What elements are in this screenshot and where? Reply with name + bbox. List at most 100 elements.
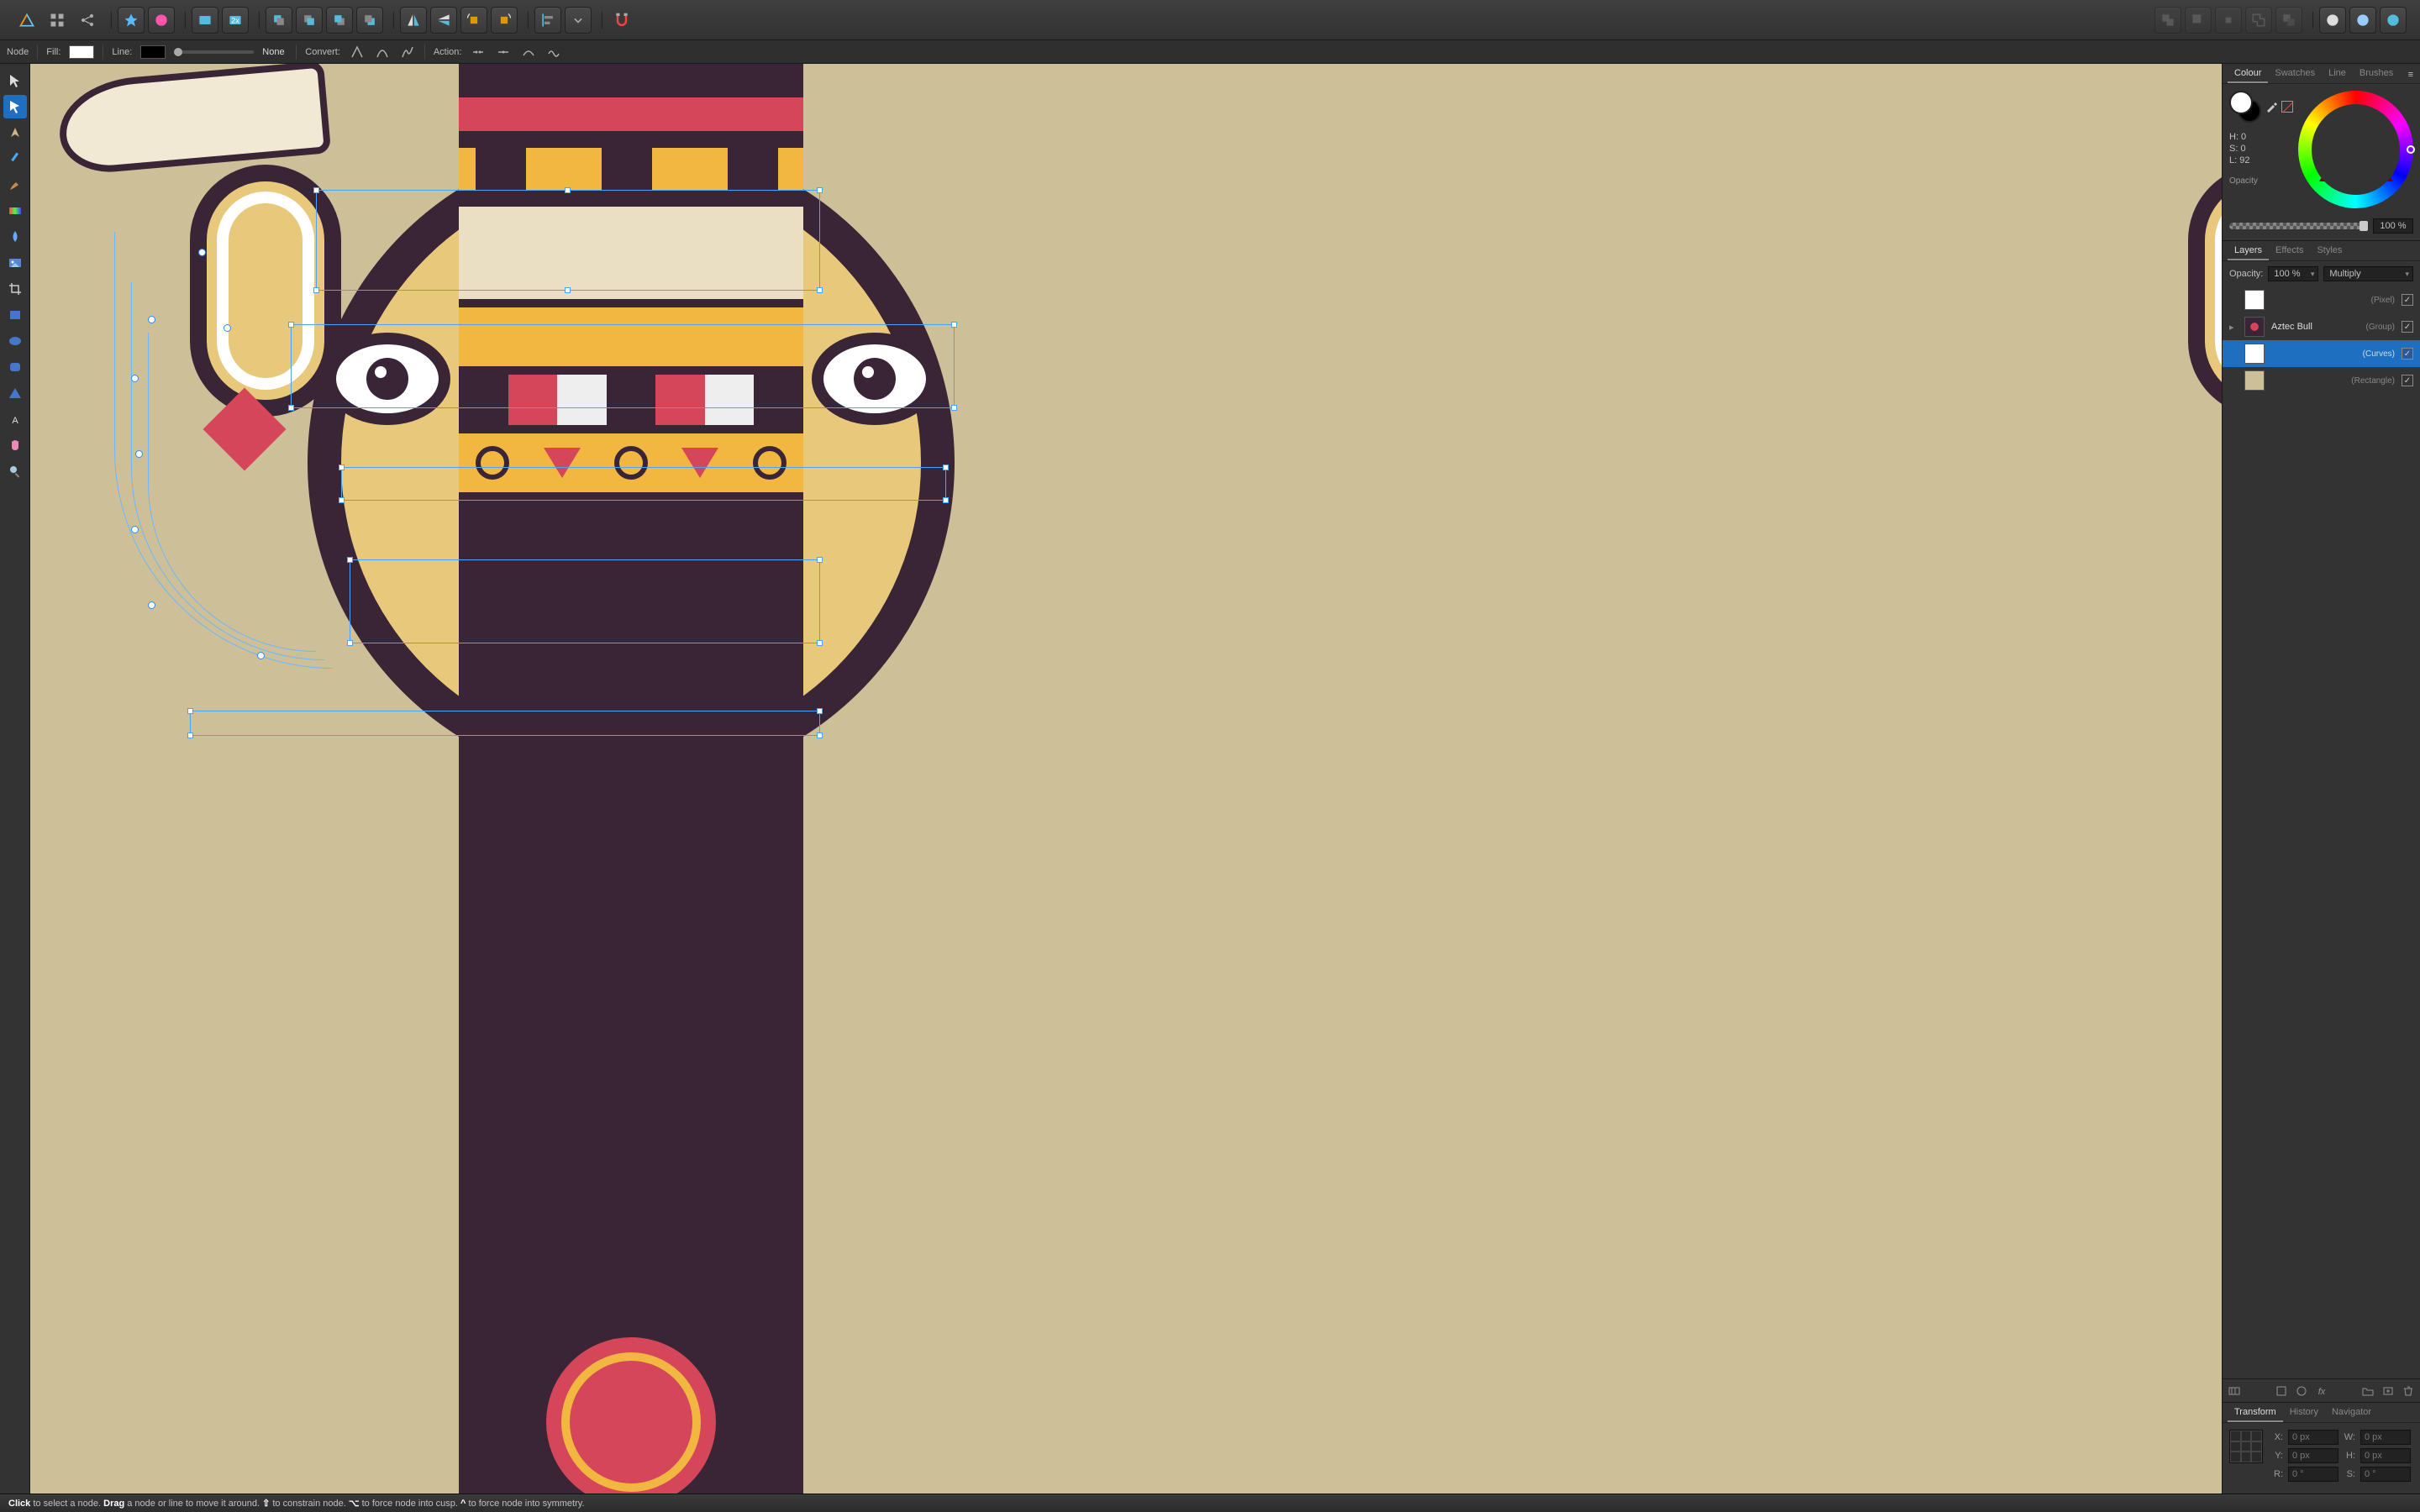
order-backward-icon[interactable] (296, 7, 323, 34)
action-join-icon[interactable] (545, 44, 562, 60)
tab-history[interactable]: History (2283, 1404, 2325, 1422)
fill-swatch[interactable] (69, 45, 94, 59)
boolean-divide-icon[interactable] (2275, 7, 2302, 34)
layers-fx-icon[interactable] (2295, 1384, 2308, 1398)
line-swatch[interactable] (140, 45, 166, 59)
layers-delete-icon[interactable] (2402, 1384, 2415, 1398)
layers-folder-icon[interactable] (2361, 1384, 2375, 1398)
pen-tool[interactable] (3, 121, 27, 144)
eyedropper-icon[interactable] (2265, 100, 2278, 113)
opacity-value[interactable]: 100 % (2373, 218, 2413, 234)
rotate-cw-icon[interactable] (491, 7, 518, 34)
layer-row[interactable]: (Pixel) (2223, 286, 2420, 313)
fill-stroke-swatch[interactable] (2229, 91, 2261, 123)
boolean-subtract-icon[interactable] (2185, 7, 2212, 34)
boolean-add-icon[interactable] (2154, 7, 2181, 34)
arrange-grid-icon[interactable] (44, 7, 71, 34)
transform-y-input[interactable]: 0 px (2288, 1448, 2338, 1463)
share-icon[interactable] (74, 7, 101, 34)
layer-blend-select[interactable]: Multiply (2323, 266, 2413, 281)
action-close-icon[interactable] (495, 44, 512, 60)
rotate-ccw-icon[interactable] (460, 7, 487, 34)
transform-s-input[interactable]: 0 ° (2360, 1467, 2411, 1482)
main-toolbar: 2x (0, 0, 2420, 40)
canvas[interactable] (30, 64, 2222, 1494)
order-forward-icon[interactable] (326, 7, 353, 34)
triangle-tool[interactable] (3, 381, 27, 405)
layers-add-icon[interactable] (2381, 1384, 2395, 1398)
layer-row[interactable]: ▸ Aztec Bull (Group) (2223, 313, 2420, 340)
tab-styles[interactable]: Styles (2310, 242, 2349, 260)
retina-2x-icon[interactable]: 2x (222, 7, 249, 34)
layers-adjust-icon[interactable] (2275, 1384, 2288, 1398)
tab-swatches[interactable]: Swatches (2268, 65, 2322, 83)
action-smooth-icon[interactable] (520, 44, 537, 60)
transform-x-input[interactable]: 0 px (2288, 1430, 2338, 1445)
layers-fx2-icon[interactable]: fx (2315, 1384, 2328, 1398)
brush-tool[interactable] (3, 173, 27, 197)
layer-opacity-select[interactable]: 100 % (2268, 266, 2318, 281)
transform-h-input[interactable]: 0 px (2360, 1448, 2411, 1463)
layers-mask-icon[interactable] (2228, 1384, 2241, 1398)
opacity-label: Opacity (2229, 176, 2293, 186)
order-back-icon[interactable] (266, 7, 292, 34)
tab-transform[interactable]: Transform (2228, 1404, 2283, 1422)
text-tool[interactable]: A (3, 407, 27, 431)
rectangle-tool[interactable] (3, 303, 27, 327)
place-image-tool[interactable] (3, 251, 27, 275)
tab-effects[interactable]: Effects (2269, 242, 2310, 260)
layer-visibility-toggle[interactable] (2402, 294, 2413, 306)
convert-smart-icon[interactable] (399, 44, 416, 60)
align-left-icon[interactable] (534, 7, 561, 34)
tab-layers[interactable]: Layers (2228, 242, 2269, 260)
convert-label: Convert: (305, 47, 340, 57)
rounded-rect-tool[interactable] (3, 355, 27, 379)
colour-wheel[interactable] (2298, 91, 2413, 208)
action-break-icon[interactable] (470, 44, 487, 60)
transform-r-input[interactable]: 0 ° (2288, 1467, 2338, 1482)
corner-concave-icon[interactable] (2380, 7, 2407, 34)
boolean-xor-icon[interactable] (2245, 7, 2272, 34)
corner-round-icon[interactable] (2319, 7, 2346, 34)
zoom-tool[interactable] (3, 459, 27, 483)
colour-none-icon[interactable] (2281, 101, 2293, 113)
tab-line[interactable]: Line (2322, 65, 2353, 83)
pan-tool[interactable] (3, 433, 27, 457)
persona-vector-icon[interactable] (118, 7, 145, 34)
crop-tool[interactable] (3, 277, 27, 301)
colour-panel-menu-icon[interactable]: ≡ (2402, 66, 2420, 83)
opacity-slider[interactable] (2229, 223, 2368, 229)
node-tool[interactable] (3, 95, 27, 118)
flip-horizontal-icon[interactable] (400, 7, 427, 34)
app-logo-icon[interactable] (13, 7, 40, 34)
colour-opacity-row: 100 % (2223, 215, 2420, 240)
tab-brushes[interactable]: Brushes (2353, 65, 2400, 83)
flip-vertical-icon[interactable] (430, 7, 457, 34)
convert-sharp-icon[interactable] (349, 44, 366, 60)
stroke-width-slider[interactable] (174, 50, 254, 54)
tab-navigator[interactable]: Navigator (2325, 1404, 2378, 1422)
layer-visibility-toggle[interactable] (2402, 348, 2413, 360)
pencil-tool[interactable] (3, 147, 27, 171)
convert-smooth-icon[interactable] (374, 44, 391, 60)
transparency-tool[interactable] (3, 225, 27, 249)
retina-1x-icon[interactable] (192, 7, 218, 34)
ellipse-tool[interactable] (3, 329, 27, 353)
transform-w-input[interactable]: 0 px (2360, 1430, 2411, 1445)
tab-colour[interactable]: Colour (2228, 65, 2268, 83)
align-dropdown-icon[interactable] (565, 7, 592, 34)
layer-visibility-toggle[interactable] (2402, 321, 2413, 333)
transform-anchor[interactable] (2229, 1430, 2263, 1463)
line-label: Line: (112, 47, 132, 57)
layer-row[interactable]: (Rectangle) (2223, 367, 2420, 394)
snapping-magnet-icon[interactable] (608, 7, 635, 34)
move-tool[interactable] (3, 69, 27, 92)
corner-bevel-icon[interactable] (2349, 7, 2376, 34)
boolean-intersect-icon[interactable] (2215, 7, 2242, 34)
layer-expand-icon[interactable]: ▸ (2229, 322, 2238, 333)
fill-tool[interactable] (3, 199, 27, 223)
persona-pixel-icon[interactable] (148, 7, 175, 34)
order-front-icon[interactable] (356, 7, 383, 34)
layer-visibility-toggle[interactable] (2402, 375, 2413, 386)
layer-row[interactable]: (Curves) (2223, 340, 2420, 367)
